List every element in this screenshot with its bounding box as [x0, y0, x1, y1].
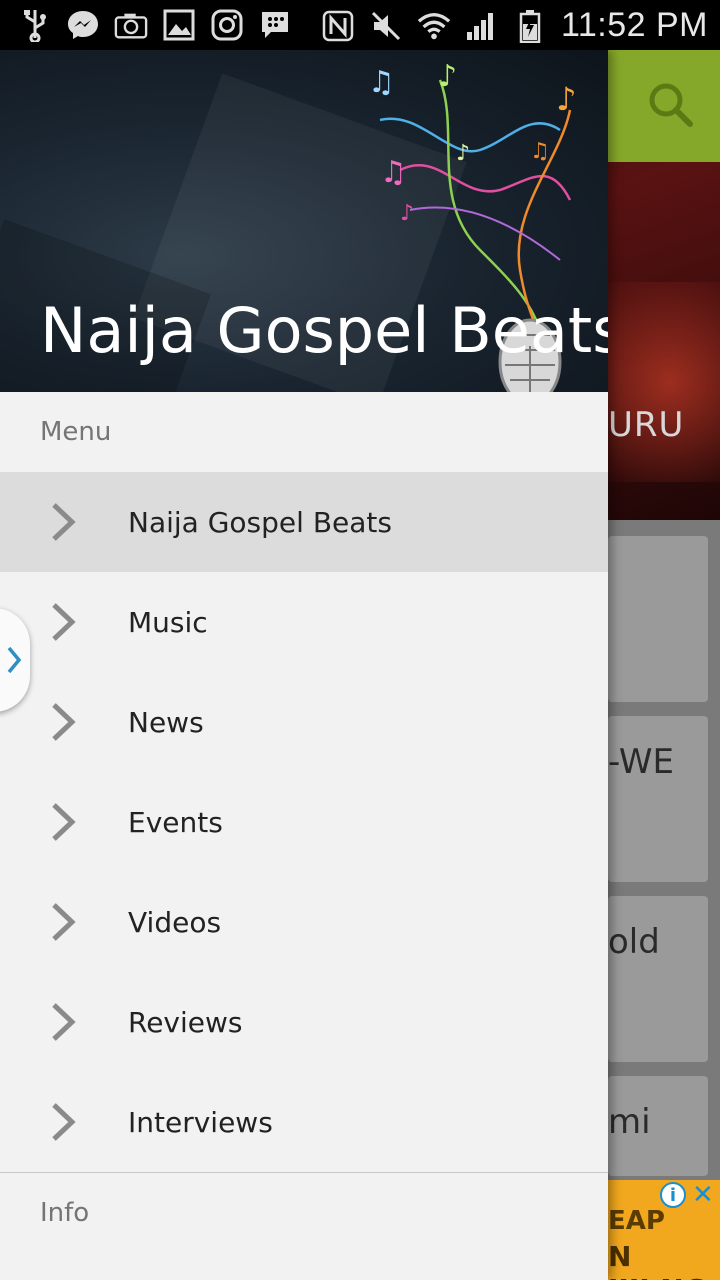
svg-text:♫: ♫ — [380, 155, 407, 190]
menu-item-label: Naija Gospel Beats — [128, 505, 392, 539]
nfc-icon — [321, 9, 355, 43]
chevron-right-icon — [52, 503, 76, 541]
section-header-info: Info — [40, 1198, 90, 1228]
messenger-icon — [66, 8, 100, 42]
post-card[interactable] — [608, 536, 708, 702]
gallery-icon — [162, 8, 196, 42]
drawer-title: Naija Gospel Beats — [40, 294, 608, 367]
menu-item-label: Reviews — [128, 1005, 243, 1039]
chevron-right-icon — [7, 646, 22, 674]
post-card[interactable] — [608, 716, 708, 882]
post-card-title: old — [608, 922, 660, 962]
menu-item-music[interactable]: Music — [0, 572, 608, 672]
svg-text:♪: ♪ — [438, 59, 457, 94]
post-card-title: mi — [608, 1102, 651, 1142]
bbm-icon — [258, 8, 292, 42]
post-card[interactable] — [608, 896, 708, 1062]
signal-icon — [465, 9, 499, 43]
status-bar: 11:52 PM — [0, 0, 720, 50]
chevron-right-icon — [52, 603, 76, 641]
svg-text:♪: ♪ — [456, 141, 470, 166]
svg-text:♫: ♫ — [368, 65, 395, 100]
usb-icon — [18, 8, 52, 42]
ad-close-icon[interactable]: ✕ — [692, 1180, 714, 1210]
featured-banner-text: URU — [608, 405, 685, 445]
mute-icon — [369, 9, 403, 43]
ad-text: N JIJI.NG — [608, 1240, 707, 1280]
menu-item-reviews[interactable]: Reviews — [0, 972, 608, 1072]
chevron-right-icon — [52, 803, 76, 841]
menu-item-news[interactable]: News — [0, 672, 608, 772]
camera-icon — [114, 8, 148, 42]
svg-text:♪: ♪ — [400, 201, 414, 226]
section-header-menu: Menu — [40, 417, 112, 447]
svg-text:♫: ♫ — [530, 139, 550, 164]
search-icon[interactable] — [646, 80, 696, 130]
menu-item-label: News — [128, 705, 204, 739]
menu-item-interviews[interactable]: Interviews — [0, 1072, 608, 1172]
chevron-right-icon — [52, 1103, 76, 1141]
battery-icon — [513, 9, 547, 43]
menu-item-events[interactable]: Events — [0, 772, 608, 872]
menu-item-label: Videos — [128, 905, 222, 939]
svg-text:♪: ♪ — [556, 80, 576, 118]
menu-item-label: Events — [128, 805, 223, 839]
post-card-title: -WE — [608, 742, 674, 782]
chevron-right-icon — [52, 903, 76, 941]
drawer-header: ♫ ♪ ♪ ♫ ♪ ♫ ♪ Naija Gospel Beats — [0, 50, 608, 392]
menu-item-label: Music — [128, 605, 208, 639]
menu-item-naija-gospel-beats[interactable]: Naija Gospel Beats — [0, 472, 608, 572]
ad-text: EAP — [608, 1206, 665, 1236]
menu-item-videos[interactable]: Videos — [0, 872, 608, 972]
chevron-right-icon — [52, 703, 76, 741]
menu-item-label: Interviews — [128, 1105, 273, 1139]
wifi-icon — [417, 9, 451, 43]
navigation-drawer: ♫ ♪ ♪ ♫ ♪ ♫ ♪ Naija Gospel Beats Menu Na… — [0, 50, 608, 1280]
chevron-right-icon — [52, 1003, 76, 1041]
instagram-icon — [210, 8, 244, 42]
ad-info-icon[interactable]: i — [660, 1182, 686, 1208]
screen: 11:52 PM URU -WE old mi EAP N JIJI.NG i … — [0, 0, 720, 1280]
status-time: 11:52 PM — [560, 6, 708, 44]
